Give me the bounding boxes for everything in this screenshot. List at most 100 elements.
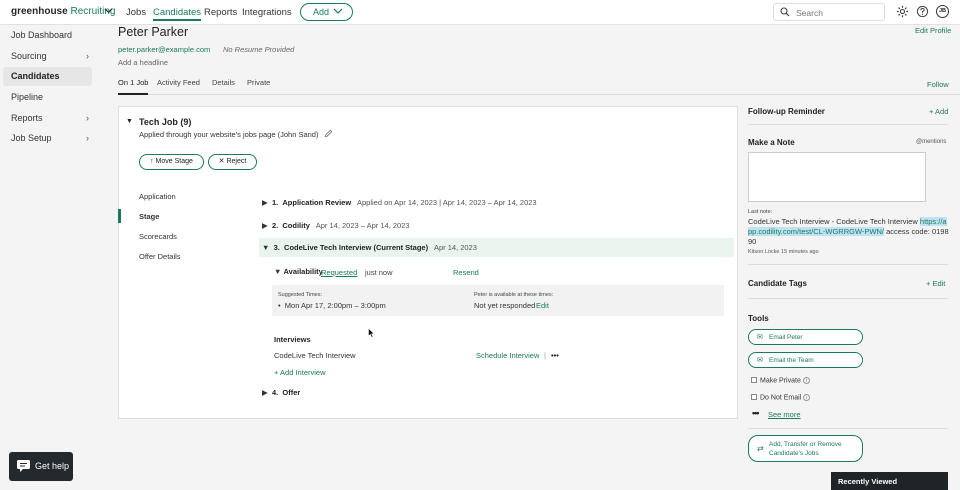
get-help-button[interactable]: Get help: [9, 452, 73, 481]
transfer-jobs-button[interactable]: ⇄ Add, Transfer or Remove Candidate's Job…: [748, 435, 863, 462]
stage-row-offer[interactable]: ▶ 4. Offer: [262, 388, 300, 397]
email-team-label: Email the Team: [769, 356, 814, 364]
greenhouse-logo[interactable]: greenhouse Recruiting: [11, 6, 116, 17]
gear-icon[interactable]: [896, 5, 910, 19]
stage-name: Codility: [282, 221, 310, 230]
email-team-button[interactable]: ✉ Email the Team: [748, 352, 863, 368]
reject-label: Reject: [226, 158, 247, 165]
collapse-triangle-icon[interactable]: ▼: [274, 267, 281, 276]
stage-number: 4.: [271, 388, 279, 397]
candidate-tags-heading: Candidate Tags: [748, 279, 807, 288]
stage-dates: Apr 14, 2023: [433, 243, 477, 252]
add-button-label: Add: [313, 7, 330, 17]
make-note-heading: Make a Note: [748, 138, 795, 147]
move-stage-label: Move Stage: [155, 158, 193, 165]
tab-activity-feed[interactable]: Activity Feed: [157, 78, 200, 95]
suggested-time-slot: • Mon Apr 17, 2:00pm – 3:00pm: [278, 301, 386, 310]
envelope-icon: ✉: [757, 357, 763, 364]
sidebar-item-job-setup[interactable]: Job Setup ›: [3, 129, 92, 148]
link-divider: |: [544, 351, 546, 360]
stage-number: 1.: [271, 198, 279, 207]
availability-row: ▼ Availability: [274, 267, 323, 276]
pencil-icon[interactable]: [324, 129, 333, 140]
sidebar-item-pipeline[interactable]: Pipeline: [3, 88, 92, 107]
make-private-text: Make Private: [760, 377, 801, 385]
do-not-email-checkbox[interactable]: [751, 394, 757, 400]
inner-nav-stage[interactable]: Stage: [139, 212, 159, 221]
nav-reports[interactable]: Reports: [204, 7, 237, 18]
sidebar-item-reports[interactable]: Reports ›: [3, 109, 92, 128]
add-headline-link[interactable]: Add a headline: [118, 58, 168, 67]
followup-reminder-heading: Follow-up Reminder: [748, 107, 825, 116]
tab-details[interactable]: Details: [212, 78, 235, 95]
schedule-interview-link[interactable]: Schedule Interview: [476, 351, 539, 360]
stage-row-codelive-interview[interactable]: ▼ 3. CodeLive Tech Interview (Current St…: [262, 243, 477, 252]
sidebar-item-label: Reports: [11, 113, 43, 123]
search-box[interactable]: [773, 3, 885, 21]
nav-candidates[interactable]: Candidates: [153, 7, 202, 21]
transfer-line-1: Add, Transfer or Remove: [769, 441, 842, 448]
reject-button[interactable]: ✕ Reject: [208, 154, 257, 170]
inner-nav-application[interactable]: Application: [139, 192, 176, 201]
availability-status-link[interactable]: Requested: [321, 268, 357, 277]
edit-tags-link[interactable]: + Edit: [926, 279, 945, 288]
sidebar-item-label: Job Setup: [11, 133, 52, 143]
tab-on-job[interactable]: On 1 Job: [118, 78, 149, 95]
divider: [748, 298, 948, 299]
see-more-link[interactable]: See more: [768, 410, 801, 419]
collapse-triangle-icon[interactable]: ▼: [126, 118, 133, 125]
sidebar-item-job-dashboard[interactable]: Job Dashboard: [3, 26, 92, 45]
follow-link[interactable]: Follow: [927, 80, 949, 89]
move-stage-button[interactable]: ↑ Move Stage: [139, 154, 204, 170]
transfer-icon: ⇄: [757, 444, 764, 453]
stage-number: 3.: [273, 243, 280, 252]
make-private-checkbox[interactable]: [751, 377, 757, 383]
resend-link[interactable]: Resend: [453, 268, 479, 277]
add-interview-link[interactable]: + Add Interview: [274, 368, 326, 377]
stage-row-application-review[interactable]: ▶ 1. Application Review Applied on Apr 1…: [262, 198, 537, 207]
get-help-label: Get help: [35, 461, 70, 471]
stage-name: CodeLive Tech Interview (Current Stage): [284, 243, 429, 252]
note-textarea[interactable]: [748, 152, 926, 202]
edit-availability-link[interactable]: Edit: [536, 301, 549, 310]
search-input[interactable]: [796, 6, 882, 19]
chevron-right-icon: ›: [86, 113, 89, 123]
recently-viewed-tab[interactable]: Recently Viewed: [831, 472, 948, 490]
top-navigation-bar: greenhouse Recruiting Jobs Candidates Re…: [0, 0, 960, 25]
application-source: Applied through your website's jobs page…: [139, 130, 319, 139]
inner-nav-offer-details[interactable]: Offer Details: [139, 252, 181, 261]
email-candidate-button[interactable]: ✉ Email Peter: [748, 329, 863, 345]
sidebar-item-candidates[interactable]: Candidates: [3, 67, 92, 86]
arrow-up-icon: ↑: [150, 158, 154, 165]
add-button[interactable]: Add: [300, 3, 353, 21]
do-not-email-label: Do Not Email i: [760, 394, 811, 401]
last-note-text: CodeLive Tech Interview - CodeLive Tech …: [748, 217, 920, 226]
chevron-right-icon: ›: [86, 51, 89, 61]
close-icon: ✕: [218, 158, 225, 165]
add-followup-link[interactable]: + Add: [929, 107, 948, 116]
sidebar-item-label: Sourcing: [11, 51, 47, 61]
availability-time: just now: [365, 268, 393, 277]
tab-private[interactable]: Private: [247, 78, 270, 95]
divider: [748, 428, 948, 429]
transfer-jobs-label: Add, Transfer or Remove Candidate's Jobs: [769, 440, 842, 458]
divider: [748, 124, 948, 125]
mentions-hint: @mentions: [916, 139, 947, 145]
info-icon[interactable]: i: [802, 377, 810, 384]
more-options-icon[interactable]: •••: [551, 351, 559, 360]
sidebar-item-label: Pipeline: [11, 92, 44, 102]
sidebar-item-sourcing[interactable]: Sourcing ›: [3, 47, 92, 66]
info-icon[interactable]: i: [803, 394, 811, 401]
candidate-available-label: Peter is available at these times:: [474, 292, 554, 298]
job-title[interactable]: Tech Job (9): [139, 117, 191, 127]
email-candidate-label: Email Peter: [769, 333, 803, 341]
help-icon[interactable]: [916, 5, 930, 19]
chevron-down-icon[interactable]: [104, 6, 113, 17]
candidate-email-link[interactable]: peter.parker@example.com: [118, 45, 210, 54]
stage-row-codility[interactable]: ▶ 2. Codility Apr 14, 2023 – Apr 14, 202…: [262, 221, 410, 230]
edit-profile-link[interactable]: Edit Profile: [915, 26, 951, 35]
avatar[interactable]: JB: [936, 5, 949, 18]
nav-integrations[interactable]: Integrations: [242, 7, 292, 18]
inner-nav-scorecards[interactable]: Scorecards: [139, 232, 177, 241]
nav-jobs[interactable]: Jobs: [126, 7, 146, 18]
